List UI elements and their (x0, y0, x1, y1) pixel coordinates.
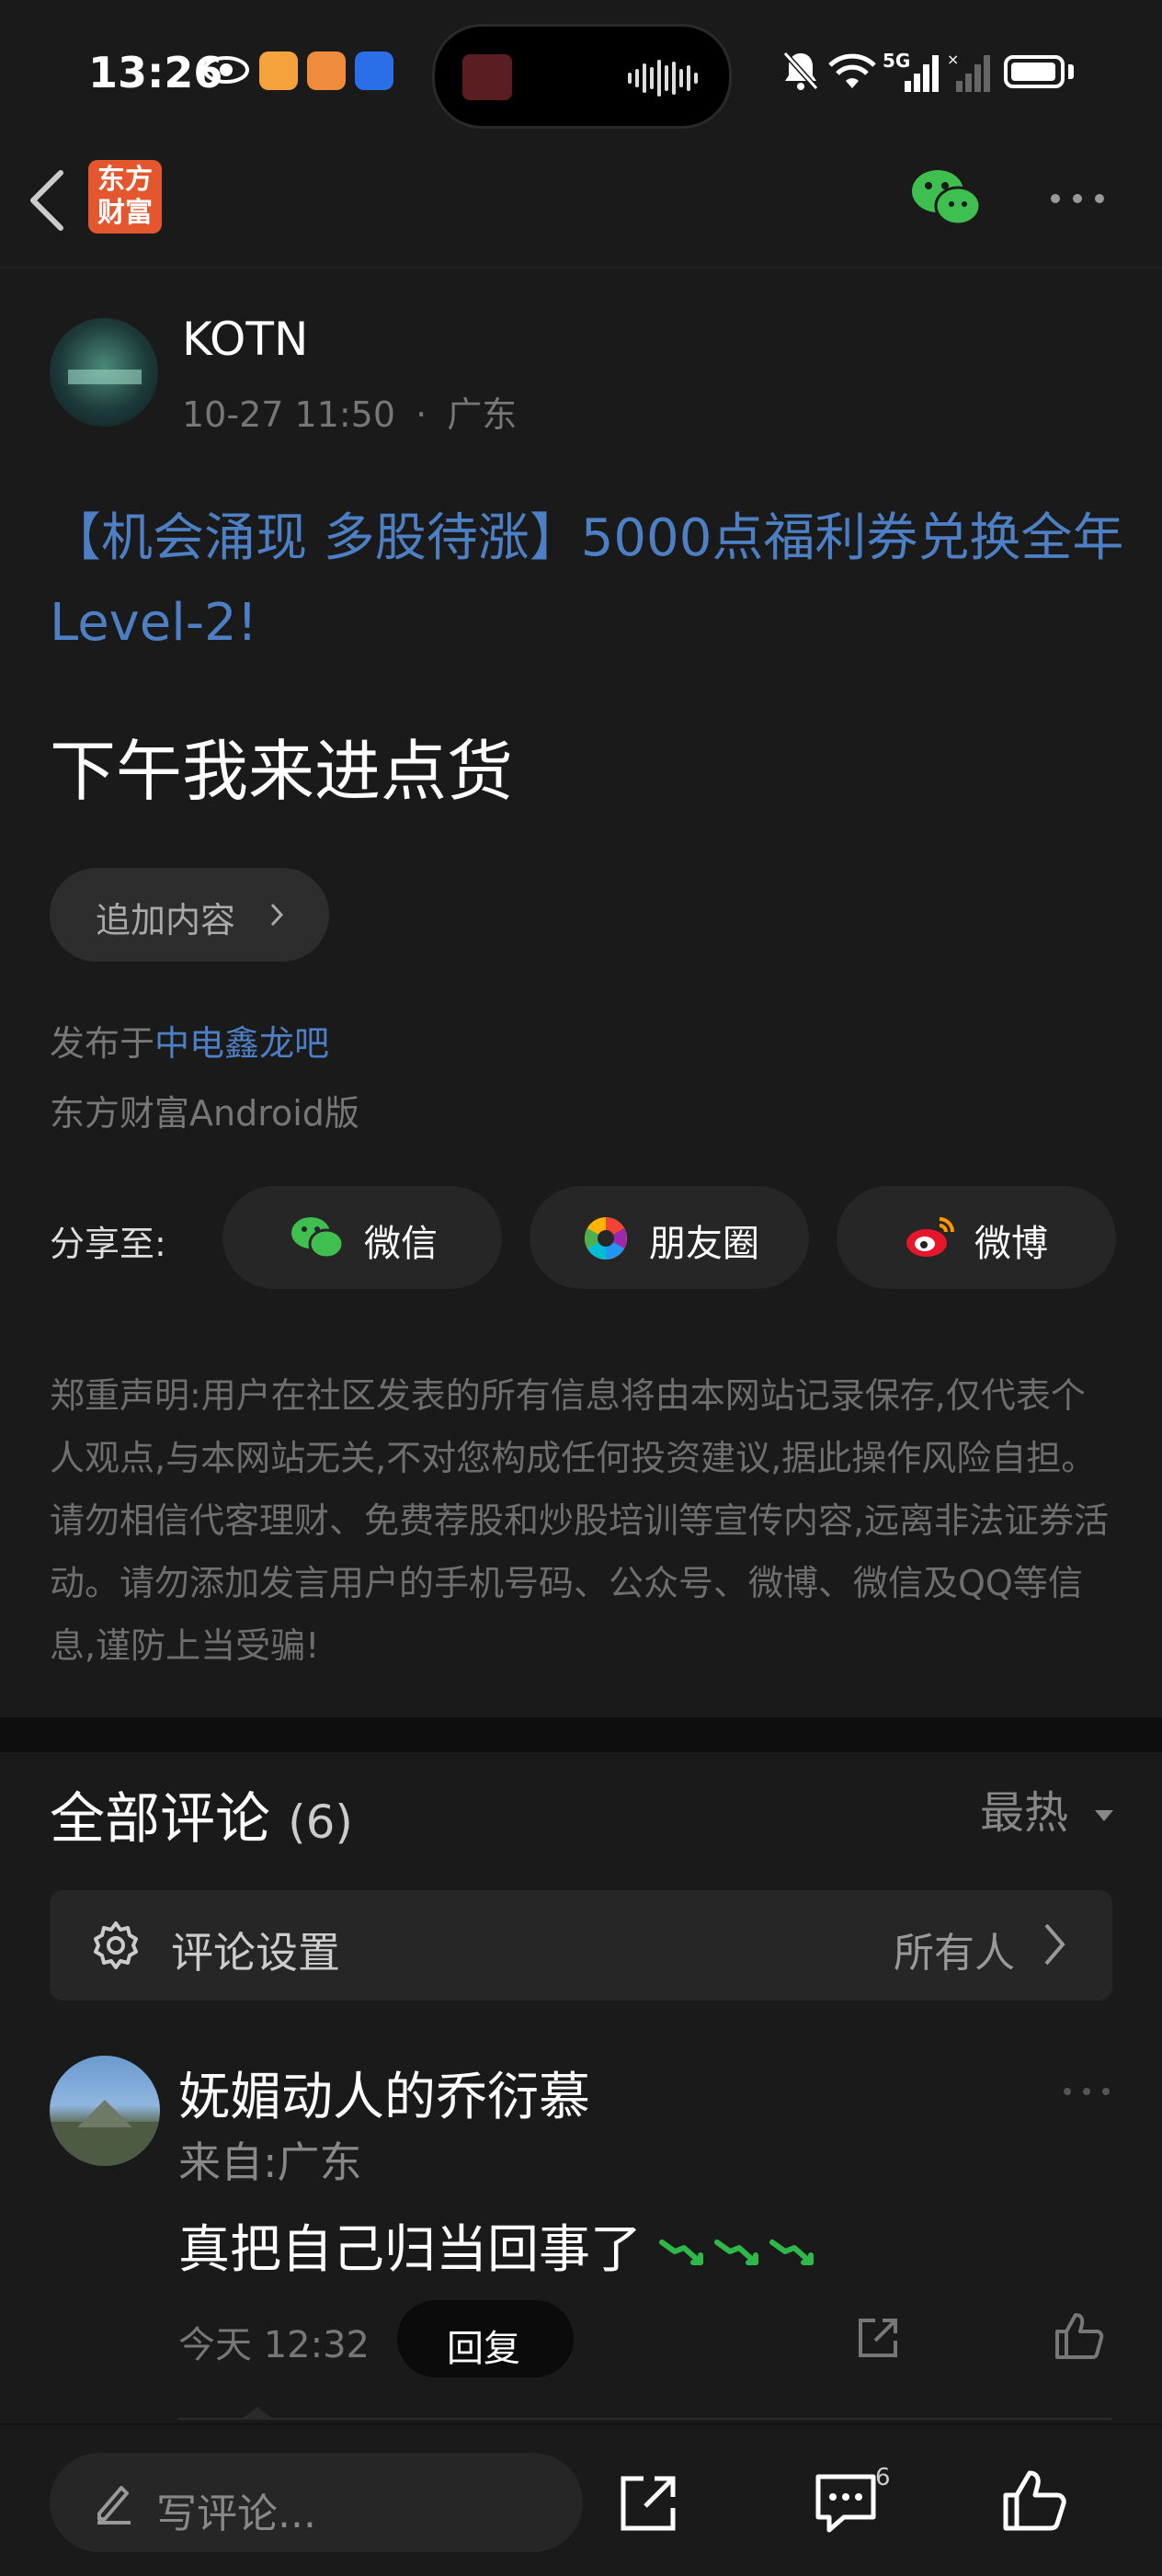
author-name[interactable]: KOTN (182, 313, 308, 366)
audio-wave-icon (628, 60, 698, 97)
comment-time: 今天 12:32 (178, 2324, 370, 2366)
post-date: 10-27 11:50 (182, 394, 396, 435)
app-notification-icon (307, 51, 346, 90)
back-arrow-icon[interactable] (26, 167, 68, 234)
signal-sim2-icon: × (947, 51, 990, 92)
client-info: 东方财富Android版 (50, 1093, 359, 1134)
caret-down-icon (1095, 1810, 1114, 1821)
svg-text:×: × (947, 51, 959, 68)
published-prefix: 发布于 (50, 1023, 155, 1064)
comments-title: 全部评论 (50, 1787, 270, 1852)
reply-pointer (241, 2407, 274, 2420)
status-bar: 13:26 5G × (0, 0, 1162, 147)
author-avatar[interactable] (50, 318, 158, 427)
dynamic-island[interactable] (432, 24, 732, 129)
down-trend-emoji-icon (658, 2239, 814, 2265)
share-target-label: 朋友圈 (649, 1223, 759, 1265)
chevron-right-icon (1044, 1923, 1065, 1966)
chevron-right-icon (270, 903, 284, 927)
signal-icon (905, 55, 939, 92)
reply-label: 回复 (447, 2328, 520, 2370)
comment-more-icon[interactable] (1061, 2085, 1112, 2098)
battery-cap (1068, 64, 1074, 79)
gear-icon (94, 1921, 138, 1969)
wechat-icon[interactable] (910, 167, 982, 228)
reply-button[interactable]: 回复 (397, 2300, 574, 2377)
write-comment-input[interactable]: 写评论... (50, 2453, 583, 2552)
published-in: 发布于中电鑫龙吧 (50, 1015, 329, 1066)
commenter-avatar[interactable] (50, 2056, 160, 2166)
share-icon[interactable] (616, 2471, 680, 2536)
post-body: 下午我来进点货 (50, 733, 514, 810)
more-icon[interactable] (1048, 191, 1107, 206)
post-meta: 10-27 11:50 · 广东 (182, 386, 517, 437)
post-location: 广东 (447, 394, 518, 435)
share-moments-button[interactable]: 朋友圈 (530, 1186, 809, 1289)
write-comment-placeholder: 写评论... (156, 2491, 316, 2537)
disclaimer: 郑重声明:用户在社区发表的所有信息将由本网站记录保存,仅代表个人观点,与本网站无… (50, 1375, 1110, 1666)
commenter-name[interactable]: 妩媚动人的乔衍慕 (178, 2056, 590, 2130)
forum-link[interactable]: 中电鑫龙吧 (154, 1023, 329, 1064)
append-content-button[interactable]: 追加内容 (50, 868, 329, 962)
eye-icon (203, 56, 249, 84)
comment-text: 真把自己归当回事了 (178, 2208, 824, 2283)
promo-link[interactable]: 【机会涌现 多股待涨】5000点福利券兑换全年Level-2! (50, 496, 1125, 666)
battery-icon (1004, 55, 1065, 88)
comments-count: (6) (288, 1795, 353, 1849)
comment-settings-bar[interactable]: 评论设置 所有人 (50, 1890, 1112, 2000)
wifi-icon (828, 53, 876, 88)
share-target-label: 微信 (364, 1223, 438, 1265)
comment-settings-value: 所有人 (894, 1930, 1015, 1977)
comments-header: 全部评论 (6) (50, 1774, 353, 1854)
pencil-icon (97, 2486, 131, 2525)
top-nav: 东方财富 (0, 147, 1162, 268)
sort-dropdown[interactable]: 最热 (980, 1776, 1115, 1841)
wechat-icon (291, 1217, 344, 1260)
app-logo-text: 东方财富 (97, 164, 153, 229)
app-logo: 东方财富 (88, 160, 162, 234)
comment-settings-label: 评论设置 (171, 1928, 340, 1978)
bell-mute-icon (782, 51, 819, 91)
comment-divider (178, 2418, 1112, 2420)
bottom-action-bar: 写评论... 6 (0, 2423, 1162, 2576)
share-target-label: 微博 (974, 1223, 1048, 1265)
media-thumbnail (462, 54, 512, 100)
meta-separator: · (416, 394, 427, 435)
share-weibo-button[interactable]: 微博 (837, 1186, 1116, 1289)
share-label: 分享至: (50, 1224, 166, 1264)
share-comment-icon[interactable] (855, 2315, 901, 2361)
sort-label: 最热 (980, 1787, 1069, 1839)
append-content-label: 追加内容 (96, 900, 236, 940)
comment-body: 真把自己归当回事了 (178, 2220, 642, 2280)
like-comment-icon[interactable] (1054, 2311, 1105, 2361)
like-icon[interactable] (1000, 2468, 1066, 2534)
share-wechat-button[interactable]: 微信 (222, 1186, 502, 1289)
app-notification-icon (259, 51, 298, 90)
section-divider (0, 1717, 1162, 1752)
comment-icon[interactable] (813, 2469, 879, 2536)
moments-icon (585, 1217, 627, 1260)
commenter-location: 来自:广东 (178, 2137, 362, 2187)
comment-count-badge: 6 (875, 2464, 891, 2491)
honor-app-icon (355, 51, 393, 90)
weibo-icon (906, 1217, 954, 1257)
